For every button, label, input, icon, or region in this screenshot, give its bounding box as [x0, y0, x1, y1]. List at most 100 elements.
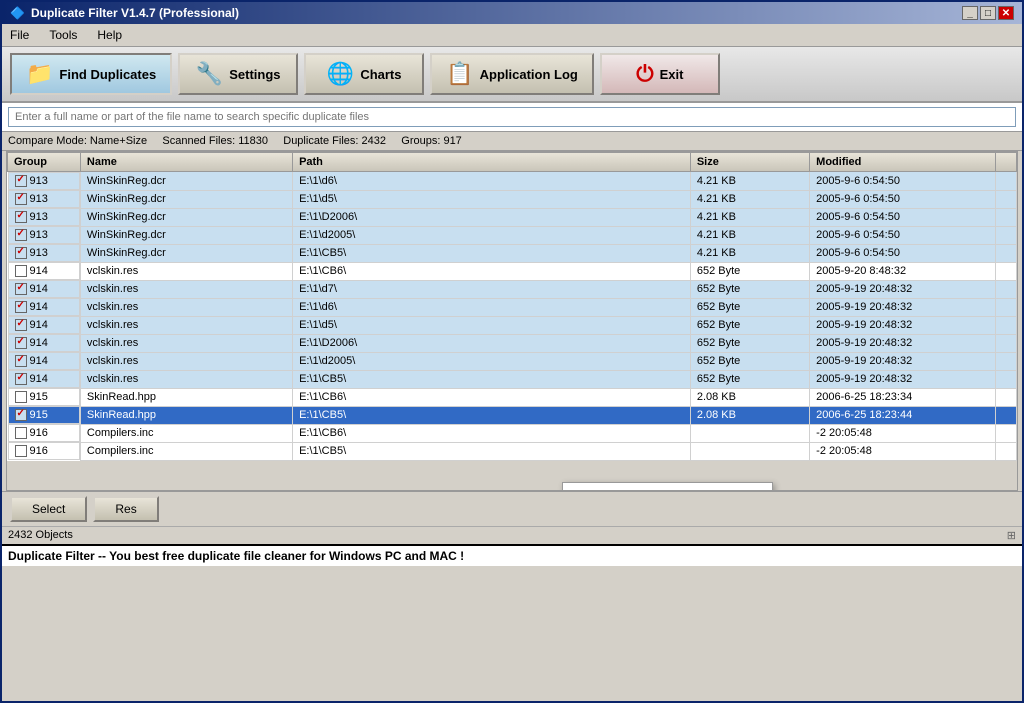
cell-spacer: [995, 406, 1016, 424]
cell-name: vclskin.res: [80, 352, 292, 370]
cell-name: vclskin.res: [80, 334, 292, 352]
cell-size: 2.08 KB: [690, 406, 809, 424]
col-modified[interactable]: Modified: [810, 153, 996, 172]
table-row[interactable]: 914 vclskin.res E:\1\d5\ 652 Byte 2005-9…: [8, 316, 1017, 334]
table-row[interactable]: 913 WinSkinReg.dcr E:\1\D2006\ 4.21 KB 2…: [8, 208, 1017, 226]
application-log-button[interactable]: 📋 Application Log: [430, 53, 594, 95]
row-checkbox[interactable]: [15, 373, 27, 385]
table-row[interactable]: 914 vclskin.res E:\1\d7\ 652 Byte 2005-9…: [8, 280, 1017, 298]
col-group[interactable]: Group: [8, 153, 81, 172]
file-table-wrapper[interactable]: Group Name Path Size Modified 913 WinSki…: [6, 151, 1018, 491]
cell-spacer: [995, 442, 1016, 460]
table-row[interactable]: 914 vclskin.res E:\1\CB5\ 652 Byte 2005-…: [8, 370, 1017, 388]
table-row[interactable]: 914 vclskin.res E:\1\d6\ 652 Byte 2005-9…: [8, 298, 1017, 316]
cell-group: 913: [8, 226, 80, 244]
row-checkbox[interactable]: [15, 229, 27, 241]
clipboard-icon: 📋: [446, 61, 473, 87]
col-path[interactable]: Path: [293, 153, 691, 172]
row-checkbox[interactable]: [15, 337, 27, 349]
settings-label: Settings: [229, 67, 280, 82]
cell-spacer: [995, 280, 1016, 298]
table-row[interactable]: 915 SkinRead.hpp E:\1\CB6\ 2.08 KB 2006-…: [8, 388, 1017, 406]
row-checkbox[interactable]: [15, 301, 27, 313]
cell-group: 914: [8, 280, 80, 298]
col-name[interactable]: Name: [80, 153, 292, 172]
row-checkbox[interactable]: [15, 427, 27, 439]
main-window: 🔷 Duplicate Filter V1.4.7 (Professional)…: [0, 0, 1024, 703]
cell-size: 652 Byte: [690, 352, 809, 370]
table-row[interactable]: 914 vclskin.res E:\1\D2006\ 652 Byte 200…: [8, 334, 1017, 352]
maximize-button[interactable]: □: [980, 6, 996, 20]
cell-spacer: [995, 334, 1016, 352]
cell-size: 652 Byte: [690, 370, 809, 388]
table-row[interactable]: 915 SkinRead.hpp E:\1\CB5\ 2.08 KB 2006-…: [8, 406, 1017, 424]
cell-modified: 2005-9-19 20:48:32: [810, 316, 996, 334]
charts-button[interactable]: 🌐 Charts: [304, 53, 424, 95]
menu-file[interactable]: File: [6, 26, 33, 44]
cell-group: 914: [8, 352, 80, 370]
search-input[interactable]: [8, 107, 1016, 127]
cell-name: WinSkinReg.dcr: [80, 190, 292, 208]
file-table: Group Name Path Size Modified 913 WinSki…: [7, 152, 1017, 461]
duplicate-files: Duplicate Files: 2432: [283, 135, 386, 147]
menu-tools[interactable]: Tools: [45, 26, 81, 44]
find-duplicates-button[interactable]: 📁 Find Duplicates: [10, 53, 172, 95]
row-checkbox[interactable]: [15, 247, 27, 259]
reset-button[interactable]: Res: [93, 496, 158, 522]
cell-name: vclskin.res: [80, 316, 292, 334]
cell-modified: -2 20:05:48: [810, 424, 996, 442]
title-bar-controls: _ □ ✕: [962, 6, 1014, 20]
cell-modified: 2005-9-6 0:54:50: [810, 172, 996, 191]
cell-size: 4.21 KB: [690, 244, 809, 262]
row-checkbox[interactable]: [15, 445, 27, 457]
close-button[interactable]: ✕: [998, 6, 1014, 20]
row-checkbox[interactable]: [15, 193, 27, 205]
cell-group: 913: [8, 208, 80, 226]
cell-path: E:\1\CB6\: [293, 262, 691, 280]
cell-name: WinSkinReg.dcr: [80, 208, 292, 226]
context-open-folder[interactable]: 📁Open Folder: [563, 485, 772, 491]
table-row[interactable]: 916 Compilers.inc E:\1\CB6\ -2 20:05:48: [8, 424, 1017, 442]
select-button[interactable]: Select: [10, 496, 87, 522]
cell-modified: 2005-9-6 0:54:50: [810, 226, 996, 244]
applog-label: Application Log: [480, 67, 578, 82]
cell-group: 916: [8, 424, 80, 442]
row-checkbox[interactable]: [15, 283, 27, 295]
cell-group: 913: [8, 172, 80, 190]
row-checkbox[interactable]: [15, 175, 27, 187]
stats-bar: Compare Mode: Name+Size Scanned Files: 1…: [2, 132, 1022, 151]
table-row[interactable]: 913 WinSkinReg.dcr E:\1\d5\ 4.21 KB 2005…: [8, 190, 1017, 208]
settings-button[interactable]: 🔧 Settings: [178, 53, 298, 95]
col-size[interactable]: Size: [690, 153, 809, 172]
table-row[interactable]: 913 WinSkinReg.dcr E:\1\CB5\ 4.21 KB 200…: [8, 244, 1017, 262]
table-row[interactable]: 914 vclskin.res E:\1\CB6\ 652 Byte 2005-…: [8, 262, 1017, 280]
cell-size: 652 Byte: [690, 316, 809, 334]
table-header-row: Group Name Path Size Modified: [8, 153, 1017, 172]
menu-help[interactable]: Help: [93, 26, 126, 44]
cell-path: E:\1\D2006\: [293, 208, 691, 226]
minimize-button[interactable]: _: [962, 6, 978, 20]
cell-path: E:\1\CB6\: [293, 388, 691, 406]
row-checkbox[interactable]: [15, 355, 27, 367]
row-checkbox[interactable]: [15, 319, 27, 331]
cell-spacer: [995, 226, 1016, 244]
cell-name: Compilers.inc: [80, 442, 292, 460]
cell-path: E:\1\d6\: [293, 172, 691, 191]
resize-icon: ⊞: [1007, 529, 1016, 542]
table-row[interactable]: 913 WinSkinReg.dcr E:\1\d2005\ 4.21 KB 2…: [8, 226, 1017, 244]
table-row[interactable]: 913 WinSkinReg.dcr E:\1\d6\ 4.21 KB 2005…: [8, 172, 1017, 191]
objects-count: 2432 Objects: [8, 529, 73, 541]
row-checkbox[interactable]: [15, 265, 27, 277]
row-checkbox[interactable]: [15, 211, 27, 223]
table-row[interactable]: 916 Compilers.inc E:\1\CB5\ -2 20:05:48: [8, 442, 1017, 460]
table-row[interactable]: 914 vclskin.res E:\1\d2005\ 652 Byte 200…: [8, 352, 1017, 370]
exit-button[interactable]: ⏻ Exit: [600, 53, 720, 95]
row-checkbox[interactable]: [15, 409, 27, 421]
cell-name: WinSkinReg.dcr: [80, 244, 292, 262]
cell-path: E:\1\CB5\: [293, 442, 691, 460]
row-checkbox[interactable]: [15, 391, 27, 403]
search-bar: [2, 103, 1022, 132]
cell-name: vclskin.res: [80, 280, 292, 298]
cell-name: WinSkinReg.dcr: [80, 172, 292, 191]
cell-path: E:\1\d2005\: [293, 226, 691, 244]
